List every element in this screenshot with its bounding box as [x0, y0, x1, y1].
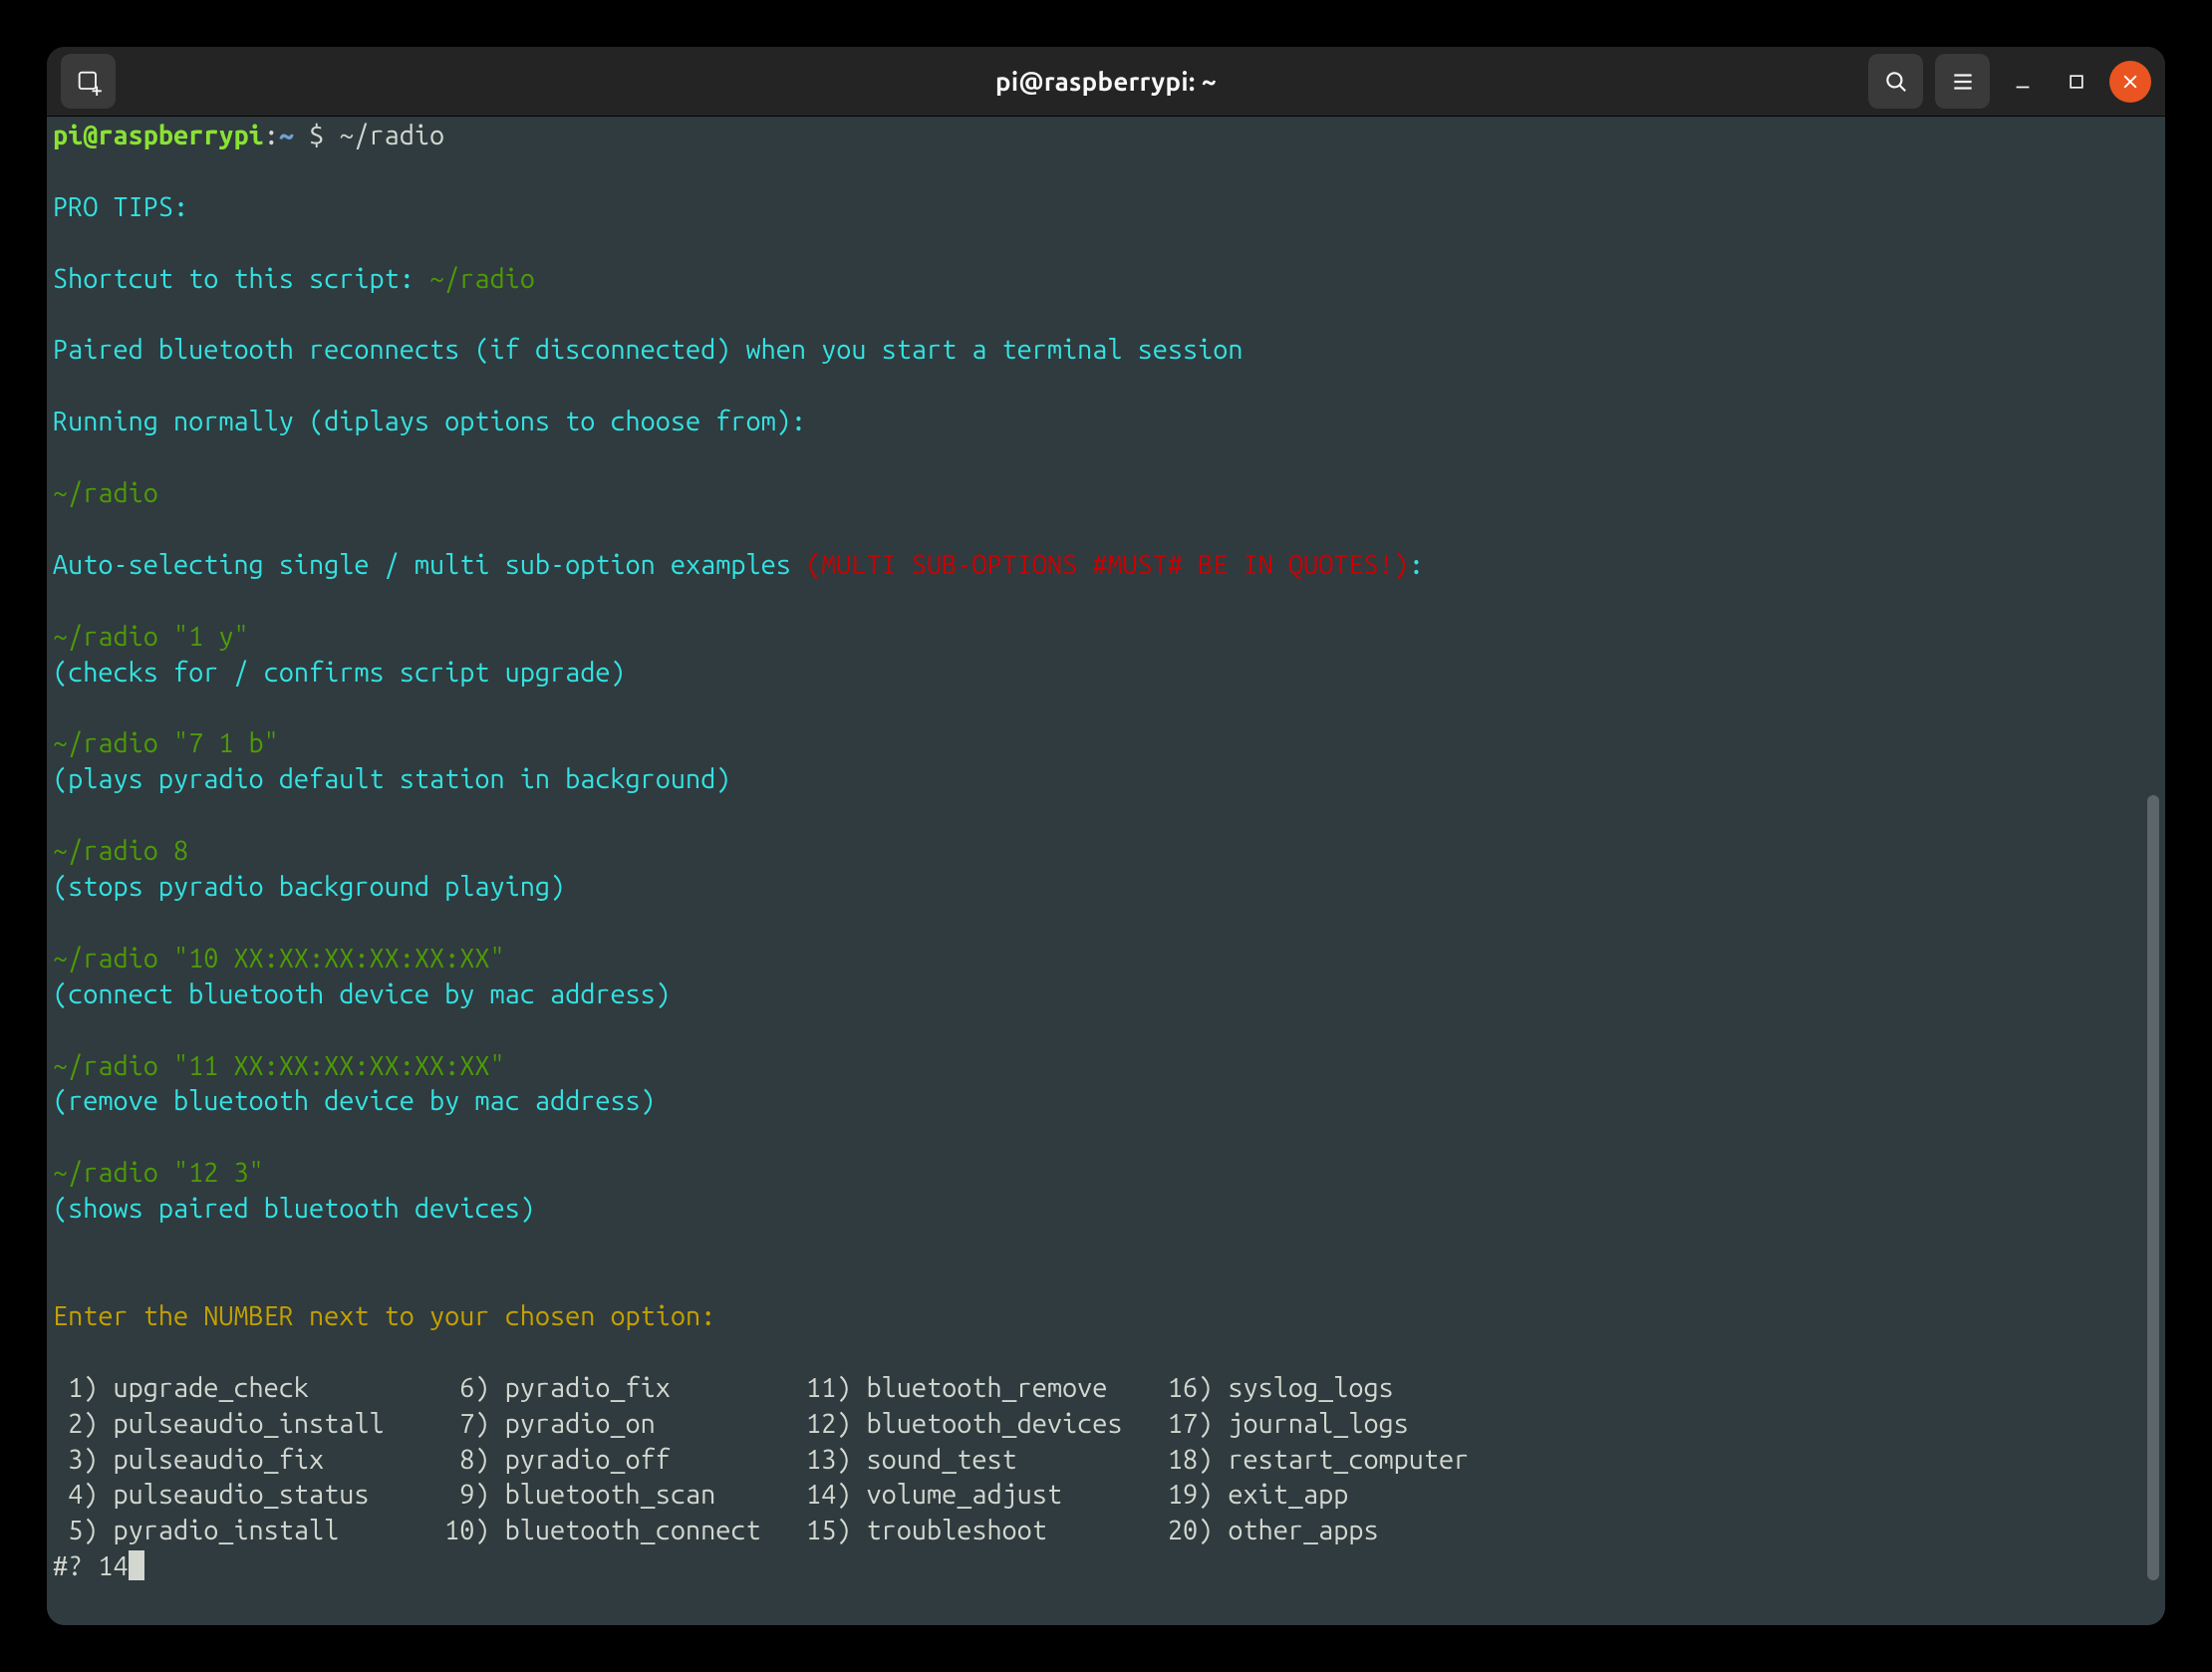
input-label: #?: [53, 1551, 98, 1581]
prompt-sep: :: [264, 121, 279, 150]
prompt-command: ~/radio: [339, 121, 444, 150]
cursor-block-icon: [129, 1550, 144, 1580]
prompt-sigil: $: [309, 121, 324, 150]
auto-select-colon: :: [1409, 550, 1424, 580]
new-tab-button[interactable]: [61, 54, 116, 109]
scrollbar[interactable]: [2144, 117, 2162, 1625]
input-value[interactable]: 14: [98, 1551, 128, 1581]
menu-row-5: 5) pyradio_install 10) bluetooth_connect…: [53, 1516, 1379, 1545]
bt-reconnect-note: Paired bluetooth reconnects (if disconne…: [53, 335, 1243, 365]
example-5-note: (remove bluetooth device by mac address): [53, 1086, 656, 1116]
scrollbar-thumb[interactable]: [2147, 795, 2159, 1579]
example-3-cmd: ~/radio 8: [53, 836, 188, 866]
prompt-path: ~: [279, 121, 294, 150]
example-2-note: (plays pyradio default station in backgr…: [53, 764, 730, 794]
auto-select-label: Auto-selecting single / multi sub-option…: [53, 550, 806, 580]
minimize-button[interactable]: [2002, 61, 2044, 103]
pro-tips-header: PRO TIPS:: [53, 192, 188, 222]
example-1-note: (checks for / confirms script upgrade): [53, 658, 626, 688]
menu-row-3: 3) pulseaudio_fix 8) pyradio_off 13) sou…: [53, 1445, 1469, 1475]
menu-row-1: 1) upgrade_check 6) pyradio_fix 11) blue…: [53, 1373, 1394, 1403]
shortcut-label: Shortcut to this script:: [53, 264, 429, 294]
example-6-cmd: ~/radio "12 3": [53, 1158, 264, 1188]
example-6-note: (shows paired bluetooth devices): [53, 1194, 535, 1224]
hamburger-menu-button[interactable]: [1935, 54, 1990, 109]
running-normally-label: Running normally (diplays options to cho…: [53, 407, 806, 436]
shortcut-cmd: ~/radio: [429, 264, 535, 294]
titlebar: pi@raspberrypi: ~: [47, 47, 2165, 117]
menu-row-4: 4) pulseaudio_status 9) bluetooth_scan 1…: [53, 1480, 1348, 1510]
example-4-note: (connect bluetooth device by mac address…: [53, 979, 671, 1009]
prompt-user: pi@raspberrypi: [53, 121, 264, 150]
terminal-output[interactable]: pi@raspberrypi:~ $ ~/radio PRO TIPS: Sho…: [47, 117, 2165, 1625]
terminal-window: pi@raspberrypi: ~: [47, 47, 2165, 1625]
running-cmd: ~/radio: [53, 478, 158, 508]
example-1-cmd: ~/radio "1 y": [53, 622, 249, 652]
example-3-note: (stops pyradio background playing): [53, 872, 565, 902]
example-2-cmd: ~/radio "7 1 b": [53, 728, 279, 758]
example-5-cmd: ~/radio "11 XX:XX:XX:XX:XX:XX": [53, 1051, 505, 1081]
example-4-cmd: ~/radio "10 XX:XX:XX:XX:XX:XX": [53, 944, 505, 974]
search-button[interactable]: [1868, 54, 1923, 109]
menu-prompt: Enter the NUMBER next to your chosen opt…: [53, 1301, 715, 1331]
auto-select-warning: (MULTI SUB-OPTIONS #MUST# BE IN QUOTES!): [806, 550, 1409, 580]
maximize-button[interactable]: [2056, 61, 2097, 103]
menu-row-2: 2) pulseaudio_install 7) pyradio_on 12) …: [53, 1409, 1409, 1439]
window-title: pi@raspberrypi: ~: [47, 67, 2165, 96]
close-button[interactable]: [2109, 61, 2151, 103]
